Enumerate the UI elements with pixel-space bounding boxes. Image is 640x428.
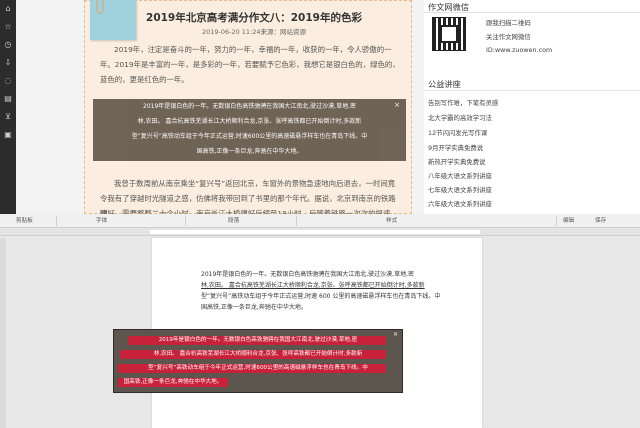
overlay-line: 林,农田。 嘉合杭高铁芜湖长江大桥顺利合龙,京张、张呼高铁都已开始倒计时,多款新 bbox=[137, 118, 362, 125]
home-icon[interactable]: ⌂ bbox=[3, 4, 13, 13]
close-icon[interactable]: × bbox=[393, 331, 398, 338]
document-line[interactable]: 国高铁,正像一条巨龙,奔驰在中华大地。 bbox=[201, 304, 307, 312]
article-paragraph: 我曾于数周前从南京乘坐“复兴号”返回北京，车窗外的景物急速地向后退去，一时间竟 bbox=[114, 179, 396, 188]
sidebar-link[interactable]: 12节闪闪发光写作课 bbox=[428, 128, 487, 137]
qr-caption: 跟我扫描二维码 bbox=[486, 19, 531, 27]
ribbon-group-paragraph[interactable]: 段落 bbox=[228, 216, 239, 224]
bag-icon[interactable]: ▣ bbox=[3, 130, 13, 139]
article-paragraph: 蓝色的，更是红色的一年。 bbox=[100, 75, 189, 84]
chat-icon[interactable]: ◌ bbox=[3, 76, 13, 85]
overlay-line: 国高铁,正像一条巨龙,奔驰在中华大地。 bbox=[123, 379, 223, 385]
ribbon-group-save[interactable]: 保存 bbox=[595, 216, 606, 224]
overlay-line: 型“复兴号”高铁动车组于今年正式运营,时速600公里的高速磁悬浮样车也在青岛下线… bbox=[148, 365, 368, 371]
divider bbox=[556, 216, 557, 226]
sidebar-link[interactable]: 七年级大语文系列讲座 bbox=[428, 185, 492, 194]
overlay-line: 2019年是银白色的一年。无数银白色高铁驰骋在我国大江南北,驶过沙漠,草地,密 bbox=[158, 337, 358, 343]
left-toolbar: ⌂ ☆ ◷ ⇩ ◌ ▤ ⊻ ▣ bbox=[0, 0, 16, 214]
divider bbox=[296, 216, 297, 226]
overlay-line: 国高铁,正像一条巨龙,奔驰在中华大地。 bbox=[196, 148, 303, 155]
divider bbox=[424, 90, 640, 91]
ribbon-group-clipboard[interactable]: 剪贴板 bbox=[16, 216, 33, 224]
article-meta: 2019-06-20 11:24来源：网站资源 bbox=[201, 28, 307, 36]
document-line[interactable]: 型“复兴号”高铁动车组于今年正式运营,时速 600 公里的高速磁悬浮样车也在青岛… bbox=[201, 293, 440, 301]
overlay-line: 2019年是银白色的一年。无数银白色高铁驰骋在我国大江南北,驶过沙漠,草地,密 bbox=[143, 103, 356, 110]
sidebar-link[interactable]: 新热开学实典免费说 bbox=[428, 157, 486, 166]
divider bbox=[185, 216, 186, 226]
divider bbox=[56, 216, 57, 226]
qr-code-center bbox=[440, 25, 458, 43]
overlay-line: 型“复兴号”高铁动车组于今年正式运营,时速600公里的高速磁悬浮样车也在青岛下线… bbox=[131, 133, 368, 140]
lecture-title: 公益讲座 bbox=[428, 79, 461, 89]
sidebar-link[interactable]: 9月开学实典免费说 bbox=[428, 143, 483, 152]
qr-caption: 关注作文网微信 bbox=[486, 33, 531, 41]
cart-icon[interactable]: ⊻ bbox=[3, 112, 13, 121]
translation-overlay[interactable]: 2019年是银白色的一年。无数银白色高铁驰骋在我国大江南北,驶过沙漠,草地,密 … bbox=[93, 99, 406, 161]
notes-icon[interactable]: ▤ bbox=[3, 94, 13, 103]
ribbon-group-editing[interactable]: 编辑 bbox=[563, 216, 574, 224]
vertical-ruler bbox=[0, 238, 6, 428]
overlay-line: 林,农田。 嘉合杭高铁芜湖长江大桥顺利合龙,京张、张呼高铁都已开始倒计时,多款新 bbox=[153, 351, 363, 357]
ruler-text-area bbox=[150, 230, 480, 234]
article-paragraph: 2019年，注定是奋斗的一年，努力的一年，幸福的一年，收获的一年，令人骄傲的一 bbox=[114, 45, 392, 54]
download-icon[interactable]: ⇩ bbox=[3, 58, 13, 67]
paperclip-icon bbox=[96, 0, 104, 14]
divider bbox=[424, 12, 640, 13]
star-icon[interactable]: ☆ bbox=[3, 22, 13, 31]
close-icon[interactable]: × bbox=[394, 101, 400, 109]
document-line[interactable]: 林,农田。 嘉合杭高铁芜湖长江大桥顺利合龙,京张、张呼高铁都已开始倒计时,多款新 bbox=[201, 282, 425, 290]
article-paragraph: 年。2019年是丰富的一年，是多彩的一年，若要赋予它色彩，我想它是银白色的，绿色… bbox=[100, 60, 400, 69]
qr-caption: ID:www.zuowen.com bbox=[486, 46, 553, 54]
history-icon[interactable]: ◷ bbox=[3, 40, 13, 49]
sidebar-link[interactable]: 八年级大语文系列讲座 bbox=[428, 171, 492, 180]
ribbon-group-styles[interactable]: 样式 bbox=[386, 216, 397, 224]
document-line[interactable]: 2019年是银白色的一年。无数银白色高铁驰骋在我国大江南北,驶过沙漠,草地,密 bbox=[201, 271, 414, 279]
article-title: 2019年北京高考满分作文八：2019年的色彩 bbox=[146, 12, 362, 24]
sidebar-link[interactable]: 北大学霸的高效学习法 bbox=[428, 113, 492, 122]
ribbon-group-font[interactable]: 字体 bbox=[96, 216, 107, 224]
sidebar-link[interactable]: 告别写作难，下笔有灵感 bbox=[428, 98, 498, 107]
sidebar-link[interactable]: 六年级大语文系列讲座 bbox=[428, 199, 492, 208]
